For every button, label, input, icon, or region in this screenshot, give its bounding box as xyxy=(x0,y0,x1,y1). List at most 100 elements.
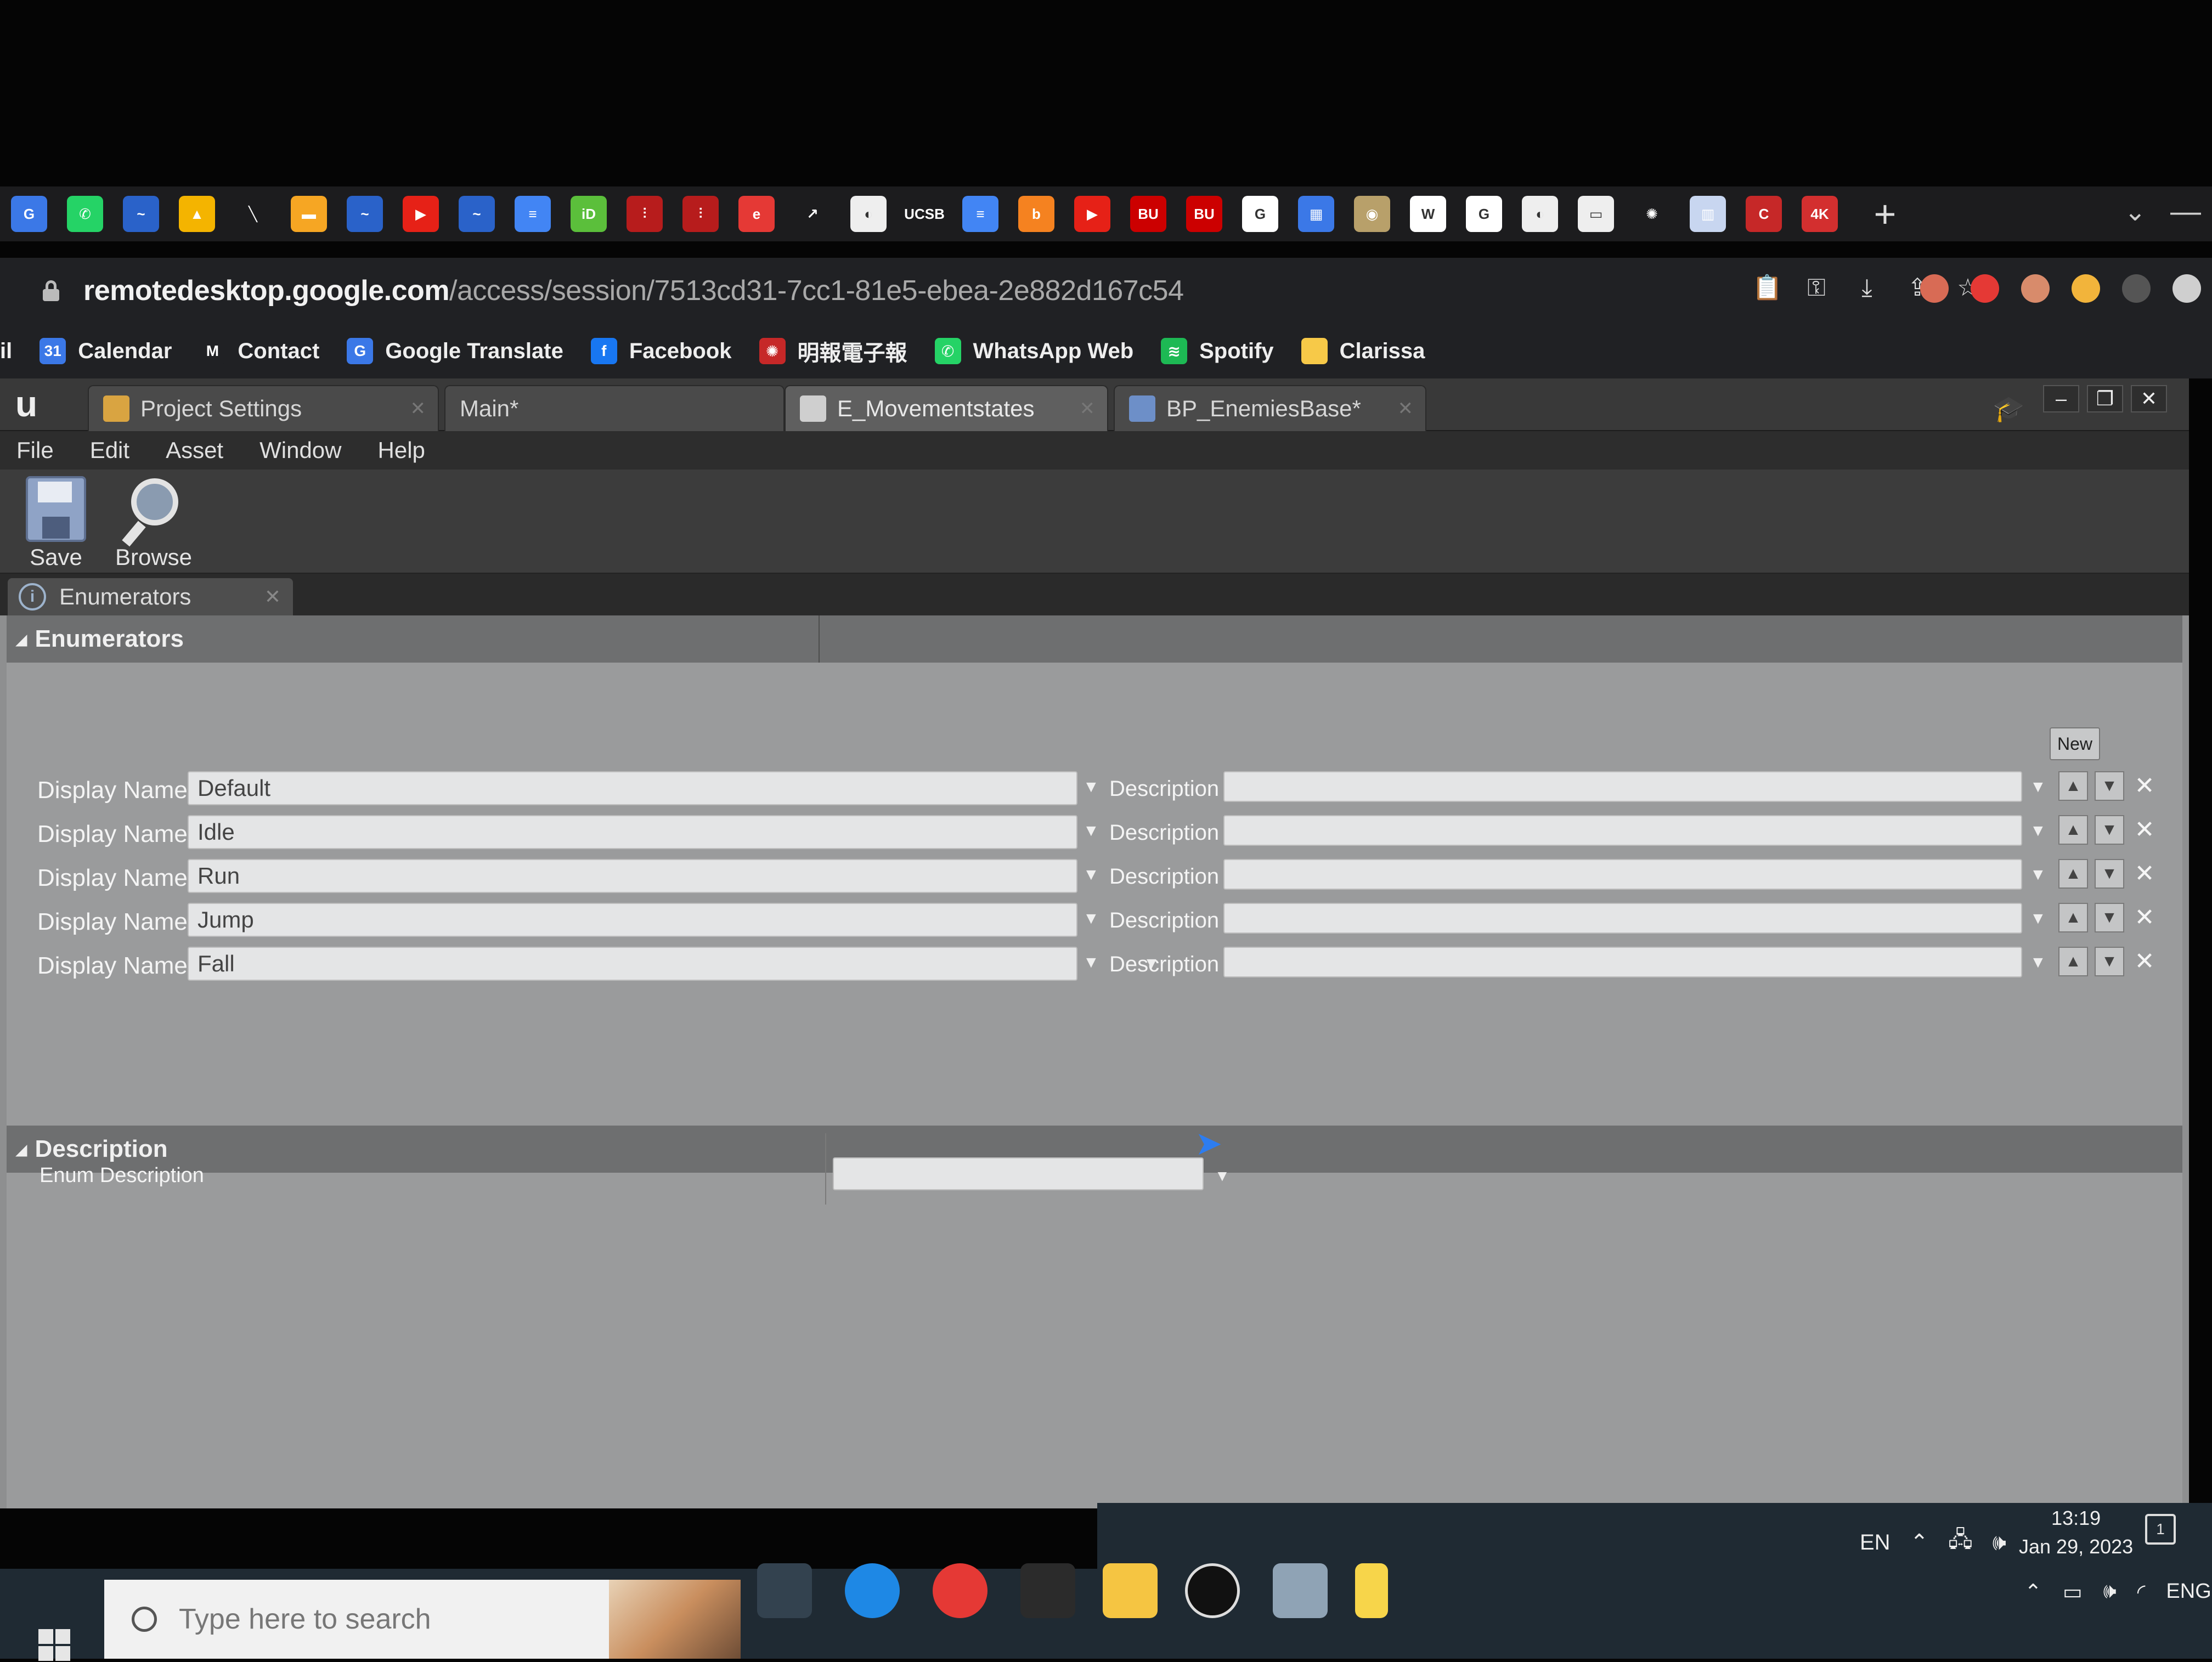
new-tab-button[interactable]: + xyxy=(1863,192,1907,236)
address-bar[interactable]: remotedesktop.google.com/access/session/… xyxy=(0,258,2212,324)
puzzle-icon[interactable] xyxy=(2172,274,2201,303)
move-up-button[interactable]: ▲ xyxy=(2058,771,2088,801)
column-divider[interactable] xyxy=(819,615,820,663)
bing-tab-icon[interactable]: b xyxy=(1018,196,1054,232)
move-down-button[interactable]: ▼ xyxy=(2095,947,2124,976)
enumerators-panel-tab[interactable]: i Enumerators ✕ xyxy=(8,578,293,615)
display-name-input[interactable]: Run xyxy=(188,859,1077,893)
medal-tab-icon[interactable]: ◉ xyxy=(1354,196,1390,232)
bookmark-google-translate[interactable]: G Google Translate xyxy=(347,338,563,364)
dropdown-caret-icon[interactable]: ▼ xyxy=(1083,909,1099,928)
bookmark-calendar[interactable]: 31 Calendar xyxy=(40,338,172,364)
enum-description-input[interactable] xyxy=(833,1157,1204,1190)
bookmark-mail[interactable]: il xyxy=(0,339,12,364)
display-name-input[interactable]: Jump xyxy=(188,903,1077,937)
google-drive-tab-icon[interactable]: ▲ xyxy=(179,196,215,232)
news-tab-icon[interactable]: ▭ xyxy=(1578,196,1614,232)
editor-minimize-button[interactable]: – xyxy=(2043,385,2079,412)
notification-icon[interactable]: 1 xyxy=(2145,1514,2176,1545)
menu-window[interactable]: Window xyxy=(259,437,341,463)
save-button[interactable]: Save xyxy=(12,476,100,570)
dropdown-caret-icon[interactable]: ▼ xyxy=(2030,909,2046,928)
network-icon[interactable]: 🖧 xyxy=(1948,1524,1973,1561)
clipboard-icon[interactable]: 📋 xyxy=(1752,274,1782,302)
tab-project-settings[interactable]: Project Settings ✕ xyxy=(88,385,439,431)
column-divider[interactable] xyxy=(825,1133,826,1205)
description-input[interactable] xyxy=(1223,903,2022,934)
globe-tab-icon[interactable]: ◐ xyxy=(850,196,887,232)
install-icon[interactable]: ⤓ xyxy=(1853,274,1881,302)
chrome-remote-tab-icon[interactable]: ~ xyxy=(123,196,159,232)
wifi-icon[interactable]: ◜ xyxy=(2137,1580,2146,1604)
docs-tab-icon-2[interactable]: ≡ xyxy=(962,196,998,232)
adblock-icon[interactable] xyxy=(1971,274,1999,303)
chrome-remote-tab-icon-2[interactable]: ~ xyxy=(347,196,383,232)
ucsb-tab-icon[interactable]: UCSB xyxy=(904,196,945,232)
youtube-tab-icon-2[interactable]: ▶ xyxy=(1074,196,1110,232)
close-icon[interactable]: ✕ xyxy=(1398,398,1414,420)
bu-tab-icon-2[interactable]: BU xyxy=(1186,196,1222,232)
notebook-tab-icon[interactable]: ▥ xyxy=(1690,196,1726,232)
dropdown-caret-icon[interactable]: ▼ xyxy=(2030,866,2046,884)
bookmark-contact[interactable]: M Contact xyxy=(199,338,319,364)
wikipedia-tab-icon[interactable]: W xyxy=(1410,196,1446,232)
id-tab-icon[interactable]: iD xyxy=(571,196,607,232)
google-tab-icon[interactable]: G xyxy=(1242,196,1278,232)
4k-tab-icon[interactable]: 4K xyxy=(1802,196,1838,232)
window-minimize-button[interactable]: — xyxy=(2170,193,2201,229)
move-down-button[interactable]: ▼ xyxy=(2095,771,2124,801)
bookmark-facebook[interactable]: f Facebook xyxy=(590,338,732,364)
language-indicator[interactable]: EN xyxy=(1860,1530,1891,1555)
dropdown-caret-icon[interactable]: ▼ xyxy=(2030,953,2046,972)
dropdown-caret-icon[interactable]: ▼ xyxy=(1083,953,1099,972)
power-icon[interactable] xyxy=(2122,274,2151,303)
remove-enumerator-button[interactable]: ✕ xyxy=(2131,772,2158,800)
chevron-up-icon[interactable]: ⌃ xyxy=(2024,1580,2042,1604)
dropdown-caret-icon[interactable]: ▼ xyxy=(1083,778,1099,796)
editor-close-button[interactable]: ✕ xyxy=(2131,385,2167,412)
browse-button[interactable]: Browse xyxy=(110,476,198,570)
description-input[interactable] xyxy=(1223,859,2022,890)
pen-tab-icon[interactable]: ╲ xyxy=(235,196,271,232)
tab-bp-enemiesbase[interactable]: BP_EnemiesBase* ✕ xyxy=(1114,385,1426,431)
bookmark-whatsapp[interactable]: ✆ WhatsApp Web xyxy=(934,338,1133,364)
tab-main[interactable]: Main* xyxy=(444,385,785,431)
remove-enumerator-button[interactable]: ✕ xyxy=(2131,948,2158,975)
remove-enumerator-button[interactable]: ✕ xyxy=(2131,904,2158,931)
docs-tab-icon[interactable]: ≡ xyxy=(515,196,551,232)
chrome-remote-tab-icon-3[interactable]: ~ xyxy=(459,196,495,232)
c-tab-icon[interactable]: C xyxy=(1746,196,1782,232)
input-language-indicator[interactable]: ENG xyxy=(2166,1580,2211,1604)
move-up-button[interactable]: ▲ xyxy=(2058,859,2088,889)
arrow-tab-icon[interactable]: ↗ xyxy=(794,196,831,232)
file-explorer-icon[interactable] xyxy=(1103,1563,1158,1618)
spark-tab-icon[interactable]: ✺ xyxy=(1634,196,1670,232)
display-name-input[interactable]: Idle xyxy=(188,815,1077,849)
youtube-tab-icon[interactable]: ▶ xyxy=(403,196,439,232)
dropdown-caret-icon[interactable]: ▼ xyxy=(1083,822,1099,840)
close-icon[interactable]: ✕ xyxy=(1080,398,1096,420)
display-name-input[interactable]: Fall xyxy=(188,947,1077,981)
slides-tab-icon[interactable]: ▬ xyxy=(291,196,327,232)
lock-icon[interactable] xyxy=(43,280,59,301)
url-text[interactable]: remotedesktop.google.com/access/session/… xyxy=(83,274,1184,307)
battery-icon[interactable]: ▭ xyxy=(2063,1580,2083,1604)
tab-e-movementstates[interactable]: E_Movementstates ✕ xyxy=(785,385,1108,431)
move-down-button[interactable]: ▼ xyxy=(2095,815,2124,845)
extension-icon[interactable] xyxy=(2021,274,2050,303)
move-up-button[interactable]: ▲ xyxy=(2058,815,2088,845)
unreal-engine-icon[interactable] xyxy=(1185,1563,1240,1618)
key-icon[interactable]: ⚿ xyxy=(1803,274,1830,302)
close-icon[interactable]: ✕ xyxy=(264,585,281,608)
translate-tab-icon[interactable]: G xyxy=(11,196,47,232)
move-down-button[interactable]: ▼ xyxy=(2095,859,2124,889)
tab-search-chevron-icon[interactable]: ⌄ xyxy=(2124,196,2146,227)
remove-enumerator-button[interactable]: ✕ xyxy=(2131,860,2158,887)
epic-games-icon[interactable] xyxy=(1020,1563,1075,1618)
bookmark-clarissa[interactable]: Clarissa xyxy=(1301,338,1425,364)
dropdown-caret-icon[interactable]: ▼ xyxy=(2030,778,2046,796)
description-input[interactable] xyxy=(1223,771,2022,802)
expand-arrow-icon[interactable]: ▼ xyxy=(1143,954,1160,973)
new-enumerator-button[interactable]: New xyxy=(2050,727,2100,760)
bookmark-mingpao[interactable]: ✺ 明報電子報 xyxy=(759,335,907,367)
